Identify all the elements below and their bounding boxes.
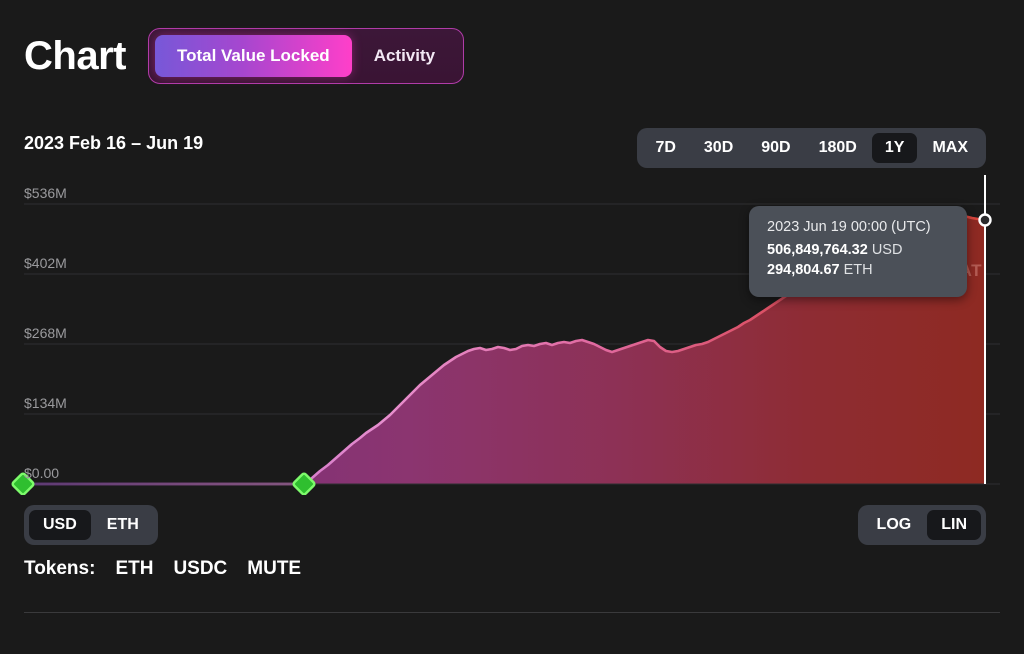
- period-button-max[interactable]: MAX: [919, 133, 981, 163]
- period-button-90d[interactable]: 90D: [748, 133, 803, 163]
- unit-button-usd[interactable]: USD: [29, 510, 91, 540]
- currency-unit-toggle: USD ETH: [24, 505, 158, 545]
- period-button-180d[interactable]: 180D: [806, 133, 870, 163]
- page-title: Chart: [24, 34, 126, 78]
- tokens-label: Tokens:: [24, 558, 96, 579]
- chart-endpoint-marker: [978, 213, 992, 227]
- period-button-30d[interactable]: 30D: [691, 133, 746, 163]
- tokens-row: Tokens: ETH USDC MUTE: [24, 558, 301, 580]
- period-button-1y[interactable]: 1Y: [871, 133, 918, 163]
- tooltip-usd-value: 506,849,764.32: [767, 242, 868, 258]
- header: Chart Total Value Locked Activity: [24, 28, 465, 84]
- y-axis-label-1: $402M: [24, 255, 67, 271]
- unit-button-eth[interactable]: ETH: [93, 510, 153, 540]
- milestone-marker-launch: [292, 472, 316, 495]
- tab-activity[interactable]: Activity: [352, 35, 457, 77]
- tab-total-value-locked[interactable]: Total Value Locked: [154, 35, 352, 77]
- y-axis-label-3: $134M: [24, 395, 67, 411]
- scale-button-log[interactable]: LOG: [863, 510, 926, 540]
- date-range-label: 2023 Feb 16 – Jun 19: [24, 133, 204, 153]
- tooltip-eth-value: 294,804.67: [767, 262, 840, 278]
- tooltip-eth-unit: ETH: [843, 262, 873, 278]
- section-divider: [24, 612, 1000, 613]
- chart-tooltip: 2023 Jun 19 00:00 (UTC) 506,849,764.32 U…: [749, 206, 967, 297]
- chart-tab-group: Total Value Locked Activity: [147, 28, 465, 84]
- y-axis-label-4: $0.00: [24, 465, 60, 481]
- chart-page: Chart Total Value Locked Activity 2023 F…: [0, 0, 1024, 654]
- token-chip-usdc[interactable]: USDC: [173, 558, 227, 580]
- y-axis-label-2: $268M: [24, 325, 67, 341]
- tooltip-usd-unit: USD: [871, 242, 903, 258]
- y-axis-label-0: $536M: [24, 185, 67, 201]
- tooltip-eth-row: 294,804.67 ETH: [767, 262, 951, 278]
- scale-button-lin[interactable]: LIN: [927, 510, 981, 540]
- time-period-selector: 7D 30D 90D 180D 1Y MAX: [637, 128, 986, 168]
- token-chip-mute[interactable]: MUTE: [247, 558, 301, 580]
- period-button-7d[interactable]: 7D: [642, 133, 688, 163]
- tooltip-usd-row: 506,849,764.32 USD: [767, 242, 951, 258]
- tooltip-date: 2023 Jun 19 00:00 (UTC): [767, 219, 931, 235]
- scale-toggle: LOG LIN: [857, 505, 986, 545]
- token-chip-eth[interactable]: ETH: [115, 558, 153, 580]
